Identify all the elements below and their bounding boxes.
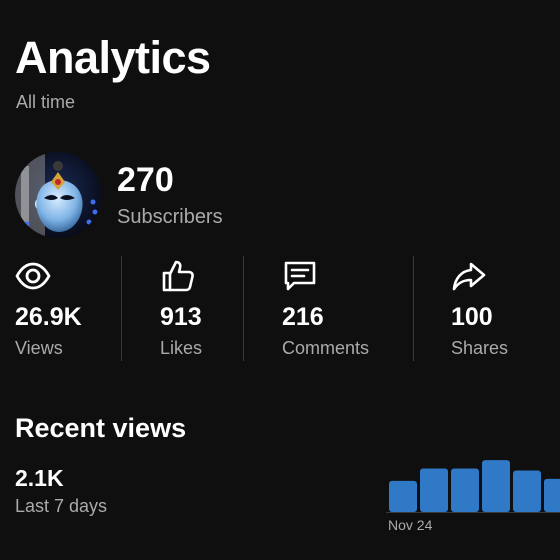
chart-bar xyxy=(482,460,510,512)
views-value: 26.9K xyxy=(15,303,82,331)
recent-views-title: Recent views xyxy=(15,413,187,443)
stat-divider xyxy=(121,256,122,361)
masked-face-avatar-icon xyxy=(15,152,101,238)
likes-label: Likes xyxy=(160,338,203,358)
stat-divider xyxy=(243,256,244,361)
recent-views-chart[interactable]: Nov 24N xyxy=(386,455,560,540)
recent-views-bar-chart: Nov 24N xyxy=(386,460,560,533)
chart-bar xyxy=(451,468,479,512)
share-arrow-icon xyxy=(452,262,486,291)
likes-value: 913 xyxy=(160,303,202,331)
recent-views-period: Last 7 days xyxy=(15,496,108,516)
comments-label: Comments xyxy=(282,338,370,358)
comment-icon xyxy=(284,261,316,291)
stat-views[interactable]: 26.9K Views xyxy=(15,258,115,368)
stat-comments[interactable]: 216 Comments xyxy=(282,258,407,368)
thumbs-up-icon xyxy=(162,260,194,292)
comments-value: 216 xyxy=(282,303,324,331)
stat-likes[interactable]: 913 Likes xyxy=(160,258,240,368)
page-subtitle: All time xyxy=(16,92,76,112)
subscriber-count: 270 xyxy=(117,161,174,199)
chart-bar xyxy=(420,468,448,512)
chart-tick-label: Nov 24 xyxy=(388,517,433,533)
subscriber-label: Subscribers xyxy=(117,206,223,228)
shares-value: 100 xyxy=(451,303,493,331)
chart-bar xyxy=(513,470,541,512)
stat-shares[interactable]: 100 Shares xyxy=(451,258,551,368)
recent-views-value: 2.1K xyxy=(15,465,64,491)
page-title: Analytics xyxy=(15,32,211,83)
chart-bar xyxy=(389,480,417,512)
channel-avatar[interactable] xyxy=(15,152,101,238)
views-label: Views xyxy=(15,338,63,358)
chart-bar xyxy=(544,478,560,512)
shares-label: Shares xyxy=(451,338,509,358)
stat-divider xyxy=(413,256,414,361)
eye-icon xyxy=(15,262,51,290)
